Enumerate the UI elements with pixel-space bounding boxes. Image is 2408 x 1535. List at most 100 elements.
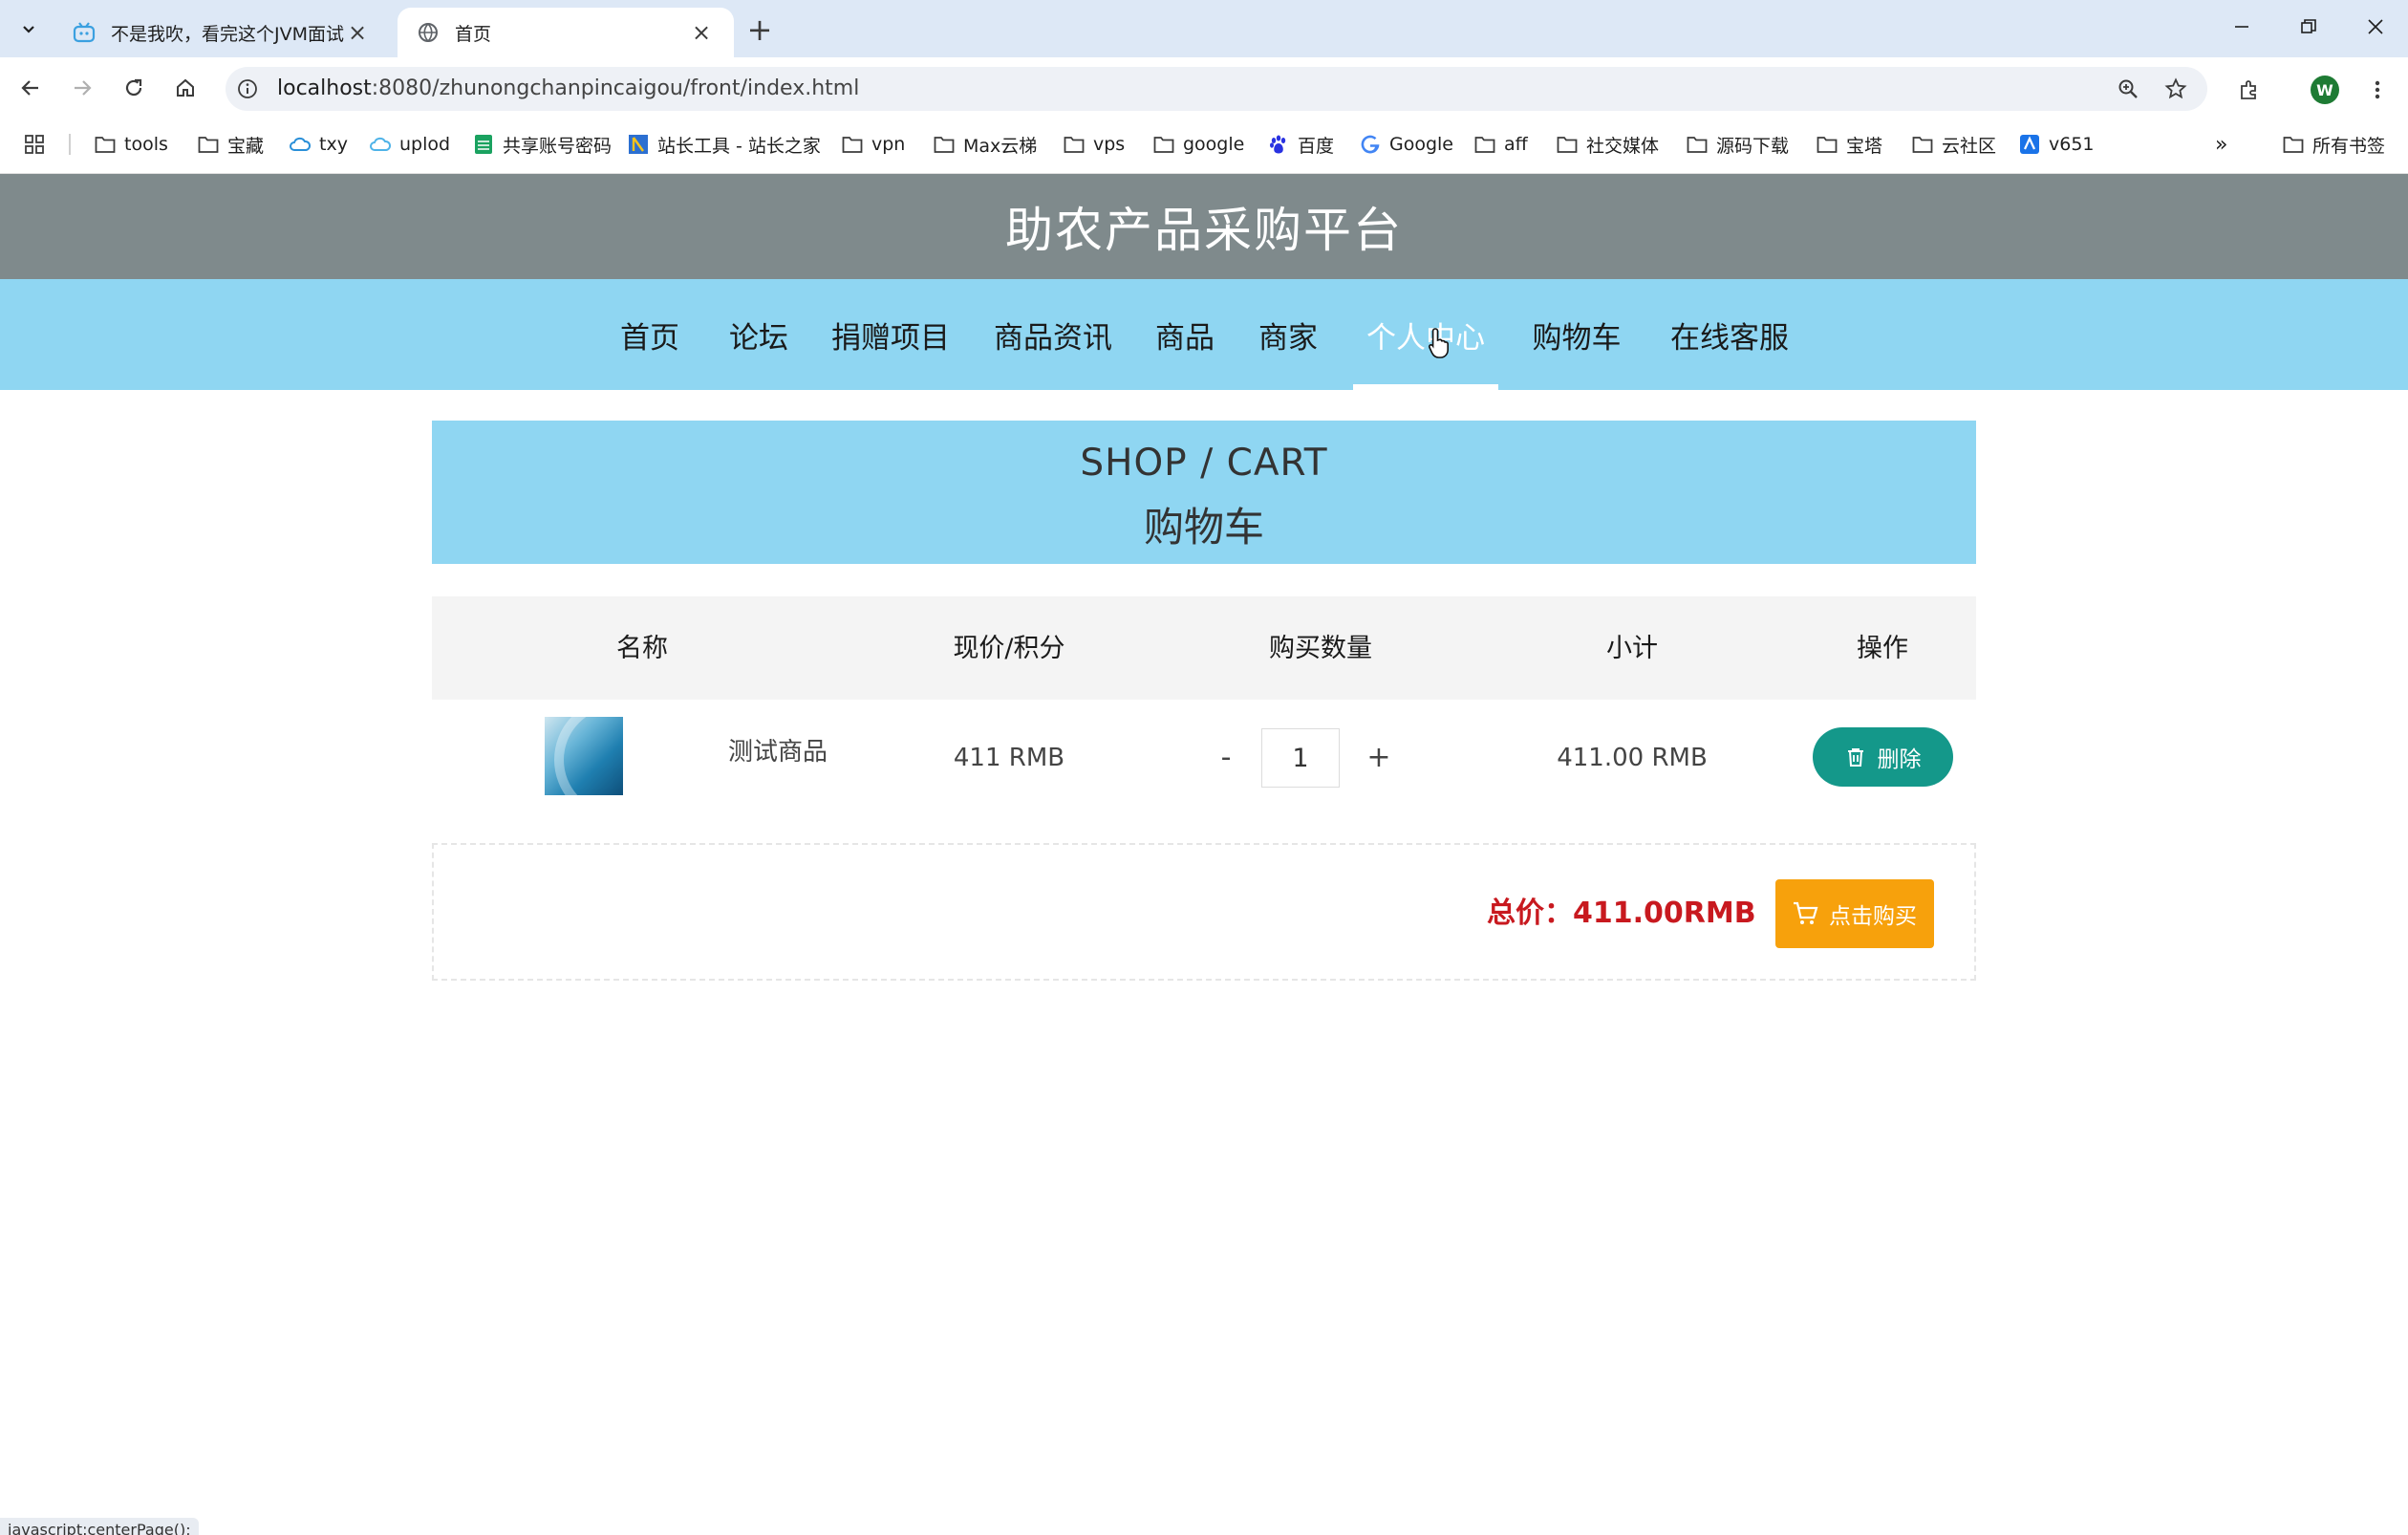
folder-icon	[841, 133, 864, 156]
bookmark-tools[interactable]: tools	[94, 130, 168, 159]
bookmark-v651[interactable]: v651	[2018, 130, 2095, 159]
restore-icon	[2301, 19, 2316, 33]
home-button[interactable]	[168, 71, 203, 105]
close-icon[interactable]: ×	[688, 19, 715, 46]
bookmark-label: 社交媒体	[1586, 135, 1660, 157]
header-name: 名称	[616, 634, 668, 663]
bookmark-baidu[interactable]: 百度	[1267, 130, 1334, 159]
delete-button[interactable]: 删除	[1813, 727, 1953, 787]
cloud-icon	[289, 133, 312, 156]
bookmark-google[interactable]: Google	[1359, 130, 1453, 159]
tab-jvm-article[interactable]: 不是我吹，看完这个JVM面试题 ×	[54, 8, 390, 57]
bookmarks-divider	[69, 134, 71, 155]
close-window-button[interactable]	[2349, 8, 2402, 46]
bookmark-shared-accounts[interactable]: 共享账号密码	[472, 130, 612, 159]
nav-products[interactable]: 商品	[1147, 279, 1223, 390]
tab-home[interactable]: 首页 ×	[398, 8, 734, 57]
zoom-icon[interactable]	[2114, 75, 2142, 103]
bookmark-label: 源码下载	[1716, 135, 1790, 157]
bookmark-source-download[interactable]: 源码下载	[1686, 130, 1789, 159]
quantity-decrease-button[interactable]: -	[1212, 738, 1240, 776]
tab-search-button[interactable]	[13, 13, 44, 44]
bookmark-label: tools	[124, 134, 168, 155]
cloud-icon	[369, 133, 392, 156]
bookmarks-overflow-icon[interactable]: »	[2215, 130, 2227, 159]
bookmark-label: 宝塔	[1846, 135, 1883, 157]
nav-personal-center[interactable]: 个人中心	[1361, 279, 1491, 390]
extensions-icon[interactable]	[2232, 73, 2267, 107]
bookmark-vps[interactable]: vps	[1063, 130, 1125, 159]
product-image[interactable]	[545, 717, 623, 795]
quantity-increase-button[interactable]: +	[1365, 738, 1393, 776]
bookmark-label: 共享账号密码	[503, 135, 613, 157]
bookmark-label: v651	[2049, 134, 2095, 155]
minimize-button[interactable]	[2215, 8, 2268, 46]
folder-icon	[1686, 133, 1709, 156]
chevron-down-icon	[23, 26, 34, 33]
site-info-icon[interactable]	[235, 76, 260, 101]
nav-online-service[interactable]: 在线客服	[1666, 279, 1793, 390]
folder-icon	[94, 133, 117, 156]
bookmark-txy[interactable]: txy	[289, 130, 348, 159]
nav-merchants[interactable]: 商家	[1250, 279, 1326, 390]
bookmark-label: aff	[1504, 134, 1528, 155]
bookmark-label: vps	[1093, 134, 1126, 155]
arrow-right-icon	[75, 80, 92, 96]
menu-kebab-icon[interactable]	[2360, 73, 2395, 107]
bookmark-vpn[interactable]: vpn	[841, 130, 905, 159]
restore-button[interactable]	[2282, 8, 2335, 46]
profile-avatar[interactable]: W	[2311, 76, 2339, 104]
bookmark-max[interactable]: Max云梯	[933, 130, 1037, 159]
reload-icon	[125, 78, 142, 97]
all-bookmarks[interactable]: 所有书签	[2282, 130, 2385, 159]
bookmark-treasure[interactable]: 宝藏	[197, 130, 264, 159]
forward-button[interactable]	[65, 71, 99, 105]
apps-grid-icon[interactable]	[23, 130, 46, 159]
bookmark-label: Google	[1389, 134, 1454, 155]
globe-icon	[417, 21, 440, 44]
tab-title: 首页	[455, 23, 492, 45]
baidu-icon	[1267, 133, 1290, 156]
url-path: :8080/zhunongchanpincaigou/front/index.h…	[371, 76, 860, 100]
minimize-icon	[2235, 26, 2248, 28]
folder-icon	[1473, 133, 1496, 156]
checkout-button[interactable]: 点击购买	[1775, 879, 1934, 948]
quantity-input[interactable]: 1	[1261, 728, 1340, 788]
folder-icon	[1152, 133, 1175, 156]
all-bookmarks-label: 所有书签	[2312, 135, 2386, 157]
nav-cart[interactable]: 购物车	[1527, 279, 1626, 390]
bookmark-baota[interactable]: 宝塔	[1816, 130, 1882, 159]
bookmark-label: vpn	[871, 134, 906, 155]
nav-forum[interactable]: 论坛	[720, 279, 797, 390]
arrow-left-icon	[21, 80, 38, 96]
home-icon	[177, 78, 194, 97]
folder-icon	[1063, 133, 1086, 156]
nav-donation[interactable]: 捐赠项目	[828, 279, 954, 390]
bookmark-aff[interactable]: aff	[1473, 130, 1528, 159]
back-button[interactable]	[13, 71, 48, 105]
close-icon	[2368, 19, 2383, 34]
bookmark-social-media[interactable]: 社交媒体	[1556, 130, 1659, 159]
bookmark-google-folder[interactable]: google	[1152, 130, 1244, 159]
header-subtotal: 小计	[1606, 634, 1658, 663]
site-header: 助农产品采购平台	[0, 174, 2408, 279]
product-name[interactable]: 测试商品	[707, 732, 849, 768]
bookmark-chinaz[interactable]: 站长工具 - 站长之家	[627, 130, 821, 159]
banner-title-cn: 购物车	[1143, 504, 1264, 551]
hand-cursor-icon	[1429, 328, 1449, 358]
new-tab-button[interactable]: +	[743, 11, 776, 48]
bookmark-uplod[interactable]: uplod	[369, 130, 450, 159]
bookmark-label: 云社区	[1942, 135, 1997, 157]
sheet-icon	[472, 133, 495, 156]
close-icon[interactable]: ×	[344, 19, 371, 46]
folder-icon	[1816, 133, 1838, 156]
site-title: 助农产品采购平台	[1005, 203, 1403, 258]
folder-icon	[1556, 133, 1579, 156]
header-price: 现价/积分	[953, 634, 1065, 663]
nav-home[interactable]: 首页	[612, 279, 688, 390]
reload-button[interactable]	[117, 71, 151, 105]
url-text[interactable]: localhost:8080/zhunongchanpincaigou/fron…	[277, 76, 859, 100]
bookmark-cloud-community[interactable]: 云社区	[1911, 130, 1996, 159]
nav-product-news[interactable]: 商品资讯	[990, 279, 1116, 390]
bookmark-star-icon[interactable]	[2161, 75, 2190, 103]
